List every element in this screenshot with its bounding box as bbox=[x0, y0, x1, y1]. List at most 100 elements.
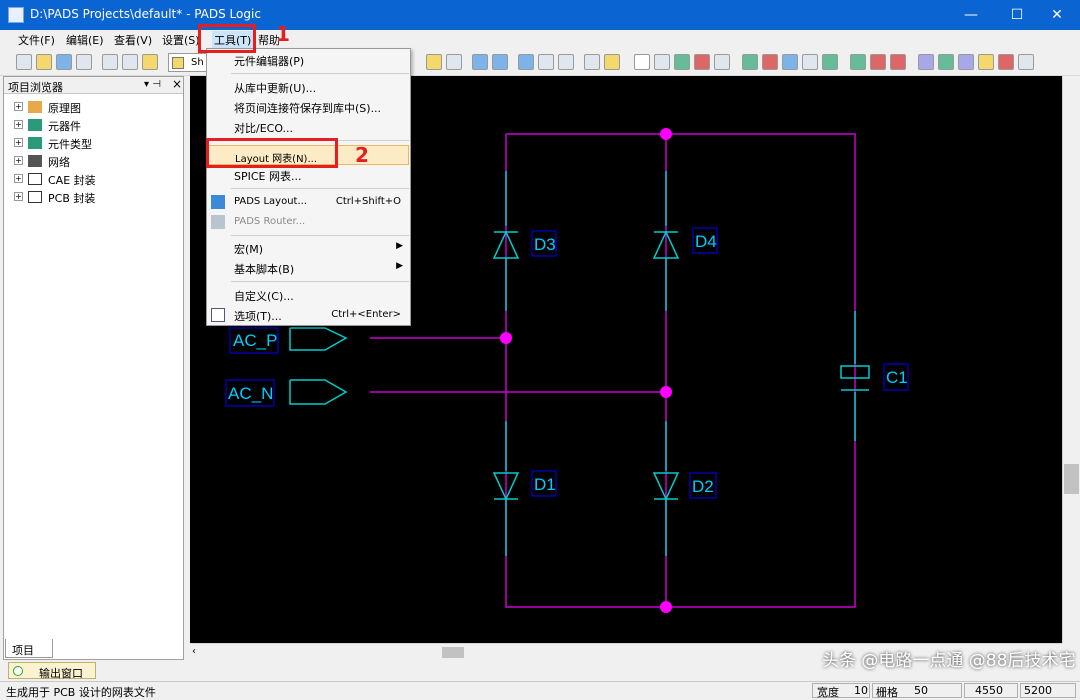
scroll-left-icon[interactable]: ‹ bbox=[192, 646, 196, 657]
rotate-icon[interactable] bbox=[674, 54, 690, 70]
horizontal-scroll-thumb[interactable] bbox=[442, 647, 464, 658]
toolbar bbox=[0, 49, 1080, 76]
part-label-d4[interactable]: D4 bbox=[695, 232, 717, 251]
pen-icon[interactable] bbox=[446, 54, 462, 70]
menu-item-save-connectors-to-library[interactable]: 将页间连接符保存到库中(S)... bbox=[208, 97, 409, 117]
menu-file[interactable]: 文件(F) bbox=[18, 32, 55, 48]
tree-item-label: 网络 bbox=[48, 156, 70, 169]
menu-item-spice-netlist[interactable]: SPICE 网表... bbox=[208, 165, 409, 185]
menu-view[interactable]: 查看(V) bbox=[114, 32, 152, 48]
add-wire-icon[interactable] bbox=[762, 54, 778, 70]
add-bus-icon[interactable] bbox=[782, 54, 798, 70]
menu-item-label: PADS Layout... bbox=[234, 196, 307, 207]
menu-item-pads-layout[interactable]: PADS Layout... Ctrl+Shift+O bbox=[208, 192, 409, 212]
menu-item-compare-eco[interactable]: 对比/ECO... bbox=[208, 117, 409, 137]
pads-layout-icon[interactable] bbox=[518, 54, 534, 70]
part-icon bbox=[28, 119, 42, 131]
part-label-d3[interactable]: D3 bbox=[534, 235, 556, 254]
tab-output-window[interactable]: 输出窗口 bbox=[8, 662, 96, 680]
menu-item-shortcut: Ctrl+<Enter> bbox=[331, 309, 401, 320]
delete-icon[interactable] bbox=[694, 54, 710, 70]
port-label-ac-p[interactable]: AC_P bbox=[233, 331, 277, 350]
add-ground-icon[interactable] bbox=[890, 54, 906, 70]
properties-edit-icon[interactable] bbox=[714, 54, 730, 70]
add-power-icon[interactable] bbox=[870, 54, 886, 70]
new-icon[interactable] bbox=[16, 54, 32, 70]
cut-icon[interactable] bbox=[102, 54, 118, 70]
pads-router-icon[interactable] bbox=[538, 54, 554, 70]
menu-edit[interactable]: 编辑(E) bbox=[66, 32, 104, 48]
lock-icon[interactable] bbox=[978, 54, 994, 70]
menu-separator bbox=[231, 188, 409, 189]
zoom-icon[interactable] bbox=[584, 54, 600, 70]
toolbar-options-icon[interactable] bbox=[1018, 54, 1034, 70]
add-text-icon[interactable] bbox=[802, 54, 818, 70]
paste-icon[interactable] bbox=[142, 54, 158, 70]
menu-item-update-from-library[interactable]: 从库中更新(U)... bbox=[208, 77, 409, 97]
refresh-icon[interactable] bbox=[472, 54, 488, 70]
expand-icon[interactable]: + bbox=[14, 138, 23, 147]
vertical-scroll-thumb[interactable] bbox=[1064, 464, 1079, 494]
menu-item-pads-router[interactable]: PADS Router... bbox=[208, 212, 409, 232]
move-icon[interactable] bbox=[654, 54, 670, 70]
width-label: 宽度 bbox=[817, 686, 839, 699]
part-label-d1[interactable]: D1 bbox=[534, 475, 556, 494]
tree-item-label: CAE 封装 bbox=[48, 174, 96, 187]
print-icon[interactable] bbox=[76, 54, 92, 70]
snapshot-icon[interactable] bbox=[426, 54, 442, 70]
expand-icon[interactable]: + bbox=[14, 156, 23, 165]
redraw-icon[interactable] bbox=[492, 54, 508, 70]
select-arrow-icon[interactable] bbox=[634, 54, 650, 70]
sheet-icon bbox=[172, 57, 184, 69]
close-panel-icon[interactable]: × bbox=[172, 77, 182, 91]
expand-icon[interactable]: + bbox=[14, 174, 23, 183]
menu-item-customize[interactable]: 自定义(C)... bbox=[208, 285, 409, 305]
output-tab-label: 输出窗口 bbox=[39, 667, 83, 680]
spice-icon[interactable] bbox=[998, 54, 1014, 70]
hierarchy-icon[interactable] bbox=[958, 54, 974, 70]
menu-item-label: 宏(M) bbox=[234, 243, 264, 256]
menu-item-label: PADS Router... bbox=[234, 216, 306, 227]
add-part-icon[interactable] bbox=[742, 54, 758, 70]
expand-icon[interactable]: + bbox=[14, 102, 23, 111]
open-icon[interactable] bbox=[36, 54, 52, 70]
menu-item-basic-scripts[interactable]: 基本脚本(B) ▶ bbox=[208, 258, 409, 278]
pin-icon[interactable]: ▾ ⊣ bbox=[144, 79, 161, 90]
port-label-ac-n[interactable]: AC_N bbox=[228, 384, 273, 403]
menu-item-part-editor[interactable]: 元件编辑器(P) bbox=[208, 50, 409, 70]
tree-item-label: 元器件 bbox=[48, 120, 81, 133]
minimize-button[interactable]: — bbox=[948, 0, 994, 30]
junctions bbox=[500, 128, 672, 613]
menu-item-label: 将页间连接符保存到库中(S)... bbox=[234, 102, 382, 115]
sheet-combo[interactable]: Sh bbox=[168, 53, 210, 72]
part-label-d2[interactable]: D2 bbox=[692, 477, 714, 496]
menu-item-macros[interactable]: 宏(M) ▶ bbox=[208, 238, 409, 258]
menu-item-label: 从库中更新(U)... bbox=[234, 82, 317, 95]
part-label-c1[interactable]: C1 bbox=[886, 368, 908, 387]
add-field-icon[interactable] bbox=[822, 54, 838, 70]
menu-item-options[interactable]: 选项(T)... Ctrl+<Enter> bbox=[208, 305, 409, 325]
menu-bar: 文件(F) 编辑(E) 查看(V) 设置(S) 工具(T) 帮助 bbox=[0, 30, 1080, 49]
output-window-icon bbox=[13, 666, 23, 676]
expand-icon[interactable]: + bbox=[14, 120, 23, 129]
netlist-icon[interactable] bbox=[938, 54, 954, 70]
copy-icon[interactable] bbox=[122, 54, 138, 70]
width-value: 10 bbox=[854, 684, 868, 697]
pads-logic-app-icon[interactable] bbox=[8, 7, 24, 23]
properties-icon[interactable] bbox=[558, 54, 574, 70]
menu-separator bbox=[231, 73, 409, 74]
wires bbox=[370, 133, 856, 608]
save-icon[interactable] bbox=[56, 54, 72, 70]
menu-setup[interactable]: 设置(S) bbox=[162, 32, 200, 48]
menu-item-label: SPICE 网表... bbox=[234, 170, 302, 183]
submenu-arrow-icon: ▶ bbox=[396, 261, 403, 271]
close-button[interactable]: ✕ bbox=[1034, 0, 1080, 30]
attribute-icon[interactable] bbox=[918, 54, 934, 70]
expand-icon[interactable]: + bbox=[14, 192, 23, 201]
tab-project[interactable]: 项目 bbox=[5, 639, 53, 658]
vertical-scrollbar[interactable] bbox=[1062, 76, 1080, 643]
menu-item-label: 对比/ECO... bbox=[234, 122, 294, 135]
annotation-box-layout-netlist bbox=[206, 138, 338, 168]
design-toolbar-icon[interactable] bbox=[604, 54, 620, 70]
add-connector-icon[interactable] bbox=[850, 54, 866, 70]
